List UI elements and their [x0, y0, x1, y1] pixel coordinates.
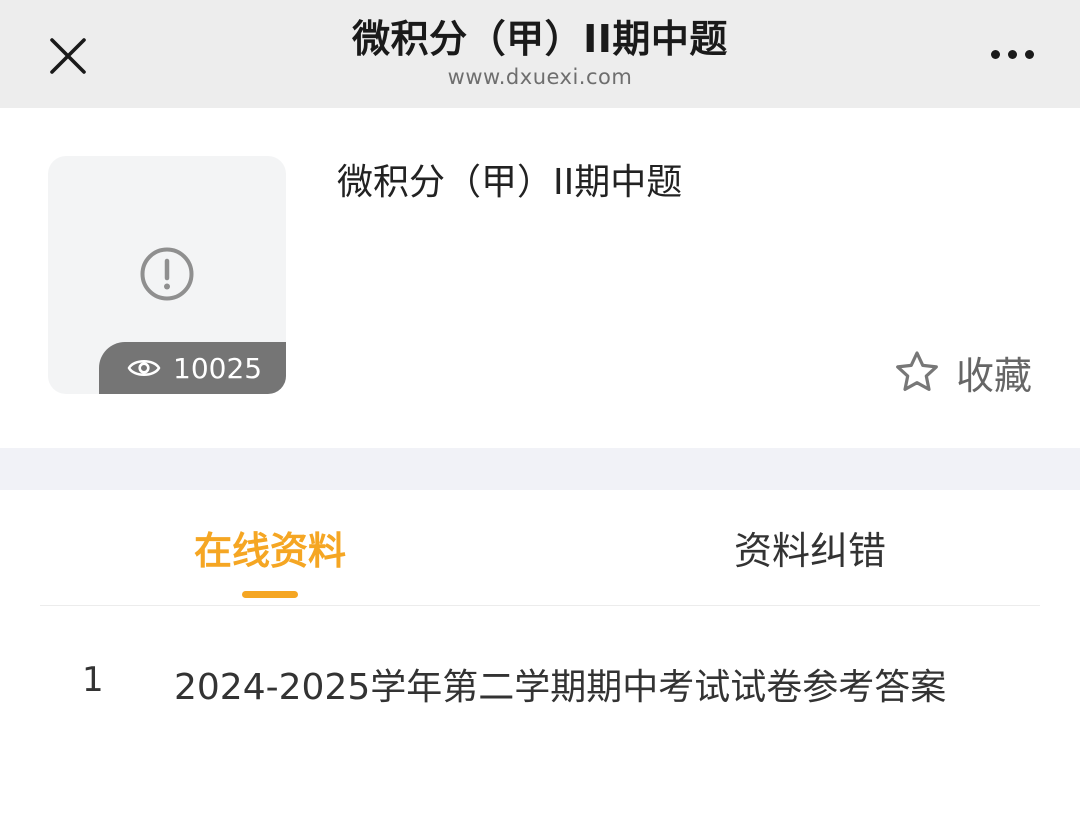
list-item-title: 2024-2025学年第二学期期中考试试卷参考答案: [174, 667, 947, 708]
list-item[interactable]: 1 2024-2025学年第二学期期中考试试卷参考答案: [0, 606, 1080, 760]
materials-list: 1 2024-2025学年第二学期期中考试试卷参考答案: [0, 606, 1080, 760]
close-button[interactable]: [40, 28, 96, 84]
resource-thumbnail[interactable]: 10025: [48, 156, 286, 394]
page-url: www.dxuexi.com: [447, 65, 633, 89]
more-icon: [1024, 49, 1034, 59]
more-icon: [990, 49, 1000, 59]
more-icon: [1007, 49, 1017, 59]
resource-title: 微积分（甲）II期中题: [337, 162, 683, 203]
tab-online-materials[interactable]: 在线资料: [120, 490, 420, 605]
more-button[interactable]: [984, 34, 1040, 74]
view-count-badge: 10025: [99, 342, 286, 394]
favorite-button[interactable]: 收藏: [894, 344, 1032, 400]
resource-info: 10025 微积分（甲）II期中题 收藏: [0, 108, 1080, 448]
page-title: 微积分（甲）II期中题: [352, 17, 728, 61]
header-title-group: 微积分（甲）II期中题 www.dxuexi.com: [240, 14, 840, 90]
tab-bar: 在线资料 资料纠错: [40, 490, 1040, 606]
warning-icon: [140, 247, 194, 301]
top-bar: 微积分（甲）II期中题 www.dxuexi.com: [0, 0, 1080, 108]
active-tab-indicator: [242, 591, 298, 598]
eye-icon: [127, 359, 161, 377]
view-count: 10025: [173, 351, 263, 385]
section-divider: [0, 448, 1080, 490]
close-icon: [50, 38, 86, 74]
favorite-label: 收藏: [955, 353, 1032, 398]
list-item-index: 1: [82, 660, 104, 700]
tab-error-report[interactable]: 资料纠错: [660, 490, 960, 605]
star-icon: [896, 351, 938, 391]
